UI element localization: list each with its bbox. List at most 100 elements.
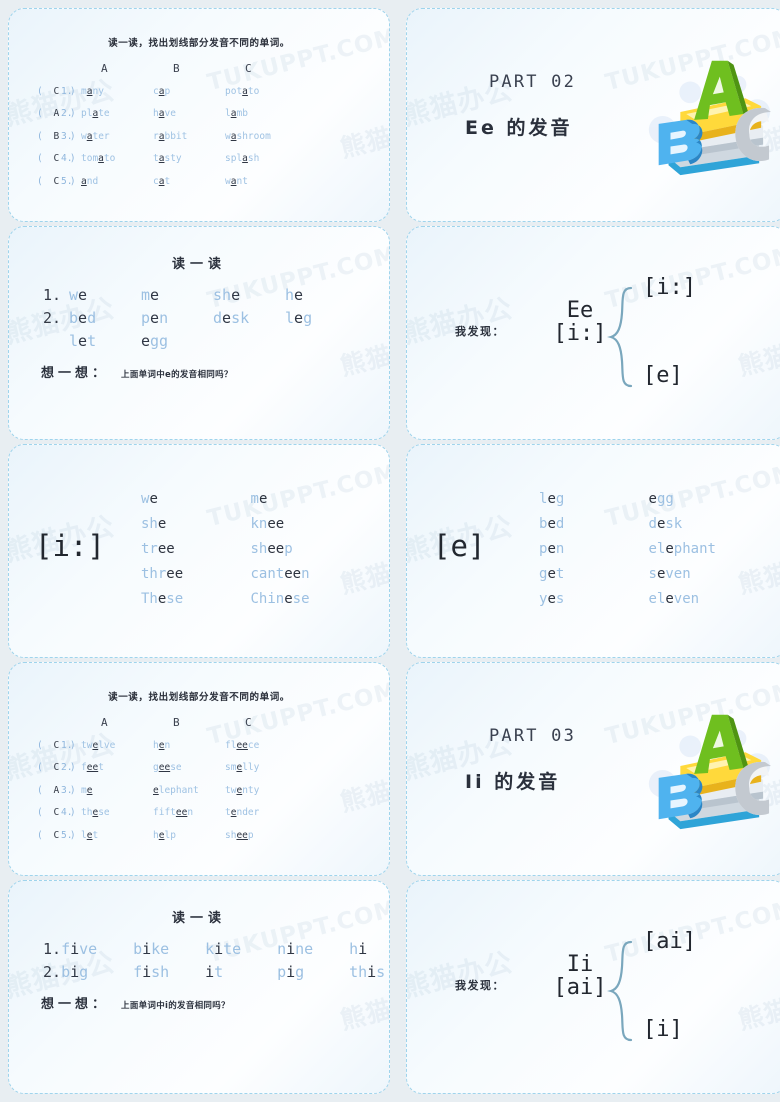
option-c[interactable]: tender <box>225 807 297 818</box>
table-row[interactable]: ( C ) 5. let help sheep <box>9 824 389 847</box>
word-slot[interactable]: bed <box>69 309 141 327</box>
table-row[interactable]: ( C ) 1. twelve hen fleece <box>9 734 389 757</box>
word-item[interactable]: sheep <box>251 537 380 562</box>
slide-part-03[interactable]: 熊猫办公TUKUPPT.COM熊猫办公PART 03Ii 的发音 <box>406 662 780 876</box>
word-slot[interactable]: pig <box>277 963 349 981</box>
option-a[interactable]: twelve <box>81 740 153 751</box>
answer-blank[interactable]: ( C ) <box>9 807 76 818</box>
word-slot[interactable]: desk <box>213 309 285 327</box>
word-item[interactable]: knee <box>251 512 380 537</box>
option-c[interactable]: sheep <box>225 830 297 841</box>
option-c[interactable]: smelly <box>225 762 297 773</box>
word-slot[interactable]: egg <box>141 332 213 350</box>
word-item[interactable]: she <box>133 512 251 537</box>
answer-blank[interactable]: ( A ) <box>9 108 76 119</box>
option-c[interactable]: lamb <box>225 108 297 119</box>
answer-blank[interactable]: ( C ) <box>9 830 76 841</box>
word-item[interactable]: Chinese <box>251 587 380 612</box>
table-row[interactable]: ( A ) 3. me elephant twenty <box>9 779 389 802</box>
word-slot[interactable]: it <box>205 963 277 981</box>
option-a[interactable]: many <box>81 86 153 97</box>
option-a[interactable]: me <box>81 785 153 796</box>
option-b[interactable]: elephant <box>153 785 225 796</box>
slide-exercise-aa[interactable]: 熊猫办公 TUKUPPT.COM 熊猫办公 读一读，找出划线部分发音不同的单词。 A B C… <box>8 8 390 222</box>
table-row[interactable]: ( B ) 3. water rabbit washroom <box>9 125 389 148</box>
answer-blank[interactable]: ( C ) <box>9 86 76 97</box>
option-c[interactable]: washroom <box>225 131 297 142</box>
slide-phoneme-e-short[interactable]: 熊猫办公 TUKUPPT.COM 熊猫办公 [e] leg bed pen get yes egg… <box>406 444 780 658</box>
word-item[interactable]: eleven <box>649 587 778 612</box>
option-a[interactable]: plate <box>81 108 153 119</box>
word-item[interactable]: me <box>251 487 380 512</box>
slide-read-i[interactable]: 熊猫办公 TUKUPPT.COM 熊猫办公 读一读 1. five bike kite nine… <box>8 880 390 1094</box>
word-slot[interactable]: leg <box>285 309 357 327</box>
option-c[interactable]: splash <box>225 153 297 164</box>
slide-discover-ii[interactable]: 熊猫办公 TUKUPPT.COM 熊猫办公 我发现： Ii [ai] [ai] [i] <box>406 880 780 1094</box>
answer-blank[interactable]: ( A ) <box>9 785 76 796</box>
word-item[interactable]: canteen <box>251 562 380 587</box>
word-item[interactable]: pen <box>531 537 649 562</box>
word-item[interactable]: These <box>133 587 251 612</box>
option-b[interactable]: help <box>153 830 225 841</box>
word-item[interactable]: get <box>531 562 649 587</box>
option-b[interactable]: tasty <box>153 153 225 164</box>
slide-discover-ee[interactable]: 熊猫办公 TUKUPPT.COM 熊猫办公 我发现： Ee [i:] [i:] [e] <box>406 226 780 440</box>
word-item[interactable]: seven <box>649 562 778 587</box>
table-row[interactable]: ( C ) 4. these fifteen tender <box>9 802 389 825</box>
word-slot[interactable]: fish <box>133 963 205 981</box>
word-item[interactable]: elephant <box>649 537 778 562</box>
answer-blank[interactable]: ( C ) <box>9 740 76 751</box>
option-b[interactable]: cat <box>153 176 225 187</box>
option-c[interactable]: twenty <box>225 785 297 796</box>
answer-blank[interactable]: ( C ) <box>9 153 76 164</box>
word-slot[interactable]: she <box>213 286 285 304</box>
option-c[interactable]: fleece <box>225 740 297 751</box>
slide-phoneme-i-long[interactable]: 熊猫办公 TUKUPPT.COM 熊猫办公 [i:] we she tree three The… <box>8 444 390 658</box>
option-a[interactable]: and <box>81 176 153 187</box>
option-b[interactable]: have <box>153 108 225 119</box>
answer-blank[interactable]: ( C ) <box>9 762 76 773</box>
word-item[interactable]: tree <box>133 537 251 562</box>
word-slot[interactable]: me <box>141 286 213 304</box>
option-b[interactable]: fifteen <box>153 807 225 818</box>
word-slot[interactable]: he <box>285 286 357 304</box>
option-a[interactable]: tomato <box>81 153 153 164</box>
option-b[interactable]: geese <box>153 762 225 773</box>
option-b[interactable]: hen <box>153 740 225 751</box>
option-a[interactable]: feet <box>81 762 153 773</box>
word-item[interactable]: three <box>133 562 251 587</box>
word-item[interactable]: yes <box>531 587 649 612</box>
slide-part-02[interactable]: 熊猫办公TUKUPPT.COM熊猫办公PART 02Ee 的发音 <box>406 8 780 222</box>
option-a[interactable]: water <box>81 131 153 142</box>
option-b[interactable]: rabbit <box>153 131 225 142</box>
word-slot[interactable]: we <box>69 286 141 304</box>
slide-exercise-ee[interactable]: 熊猫办公 TUKUPPT.COM 熊猫办公 读一读，找出划线部分发音不同的单词。 A B C… <box>8 662 390 876</box>
table-row[interactable]: ( C ) 1. many cap potato <box>9 80 389 103</box>
table-row[interactable]: ( A ) 2. plate have lamb <box>9 103 389 126</box>
table-row[interactable]: ( C ) 5. and cat want <box>9 170 389 193</box>
word-slot[interactable]: let <box>69 332 141 350</box>
word-item[interactable]: leg <box>531 487 649 512</box>
word-slot[interactable]: big <box>61 963 133 981</box>
word-slot[interactable]: hi <box>349 940 389 958</box>
word-slot[interactable]: pen <box>141 309 213 327</box>
option-a[interactable]: let <box>81 830 153 841</box>
word-item[interactable]: desk <box>649 512 778 537</box>
table-row[interactable]: ( C ) 2. feet geese smelly <box>9 757 389 780</box>
word-item[interactable]: egg <box>649 487 778 512</box>
word-item[interactable]: we <box>133 487 251 512</box>
word-slot[interactable]: nine <box>277 940 349 958</box>
option-c[interactable]: want <box>225 176 297 187</box>
answer-blank[interactable]: ( B ) <box>9 131 76 142</box>
word-slot[interactable]: kite <box>205 940 277 958</box>
option-a[interactable]: these <box>81 807 153 818</box>
answer-blank[interactable]: ( C ) <box>9 176 76 187</box>
word-slot[interactable]: this <box>349 963 389 981</box>
table-row[interactable]: ( C ) 4. tomato tasty splash <box>9 148 389 171</box>
word-item[interactable]: bed <box>531 512 649 537</box>
option-b[interactable]: cap <box>153 86 225 97</box>
word-slot[interactable]: bike <box>133 940 205 958</box>
word-slot[interactable]: five <box>61 940 133 958</box>
slide-read-e[interactable]: 熊猫办公 TUKUPPT.COM 熊猫办公 读一读 1. we me she he 2. bed pe… <box>8 226 390 440</box>
option-c[interactable]: potato <box>225 86 297 97</box>
